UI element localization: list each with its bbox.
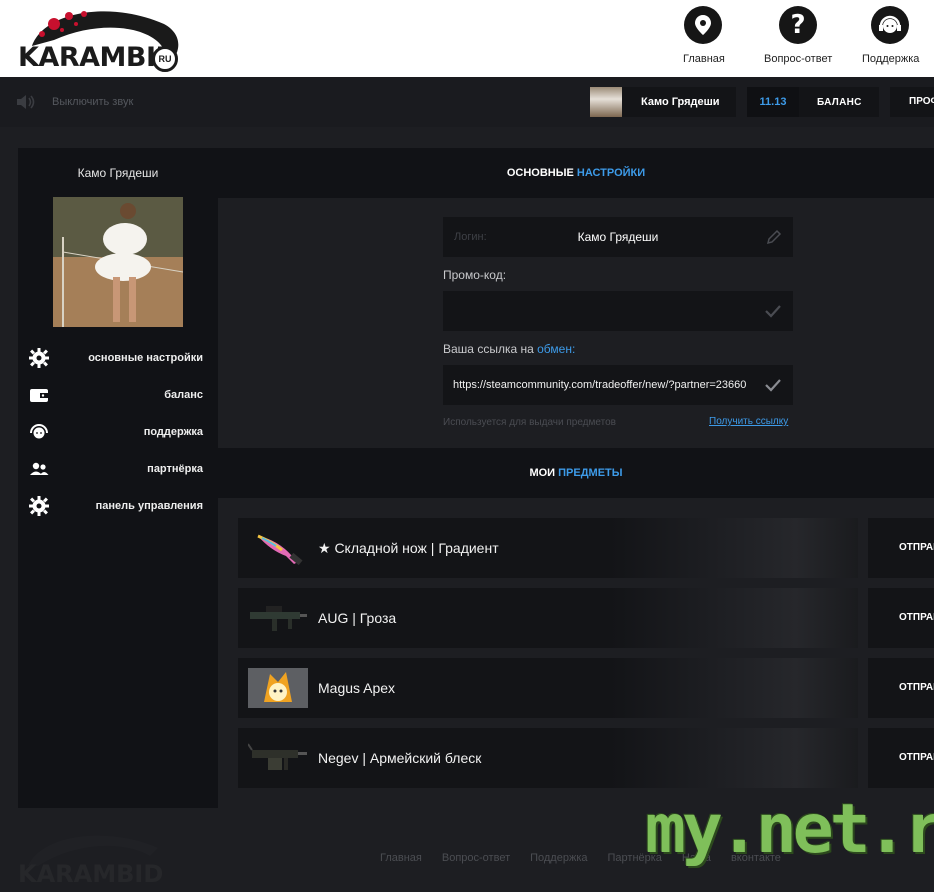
trade-label-b: обмен:	[537, 342, 576, 356]
item-name: Magus Apex	[318, 680, 396, 696]
item-name: AUG | Гроза	[318, 610, 397, 626]
support-headset-icon	[30, 424, 48, 439]
nav-home[interactable]: Главная	[673, 0, 733, 77]
get-trade-link[interactable]: Получить ссылку	[709, 416, 788, 427]
list-item[interactable]: ★ Складной нож | Градиент	[238, 518, 858, 578]
sidebar-item-label: партнёрка	[147, 463, 203, 475]
items-title-a: МОИ	[529, 467, 556, 479]
watermark: my.net.ru	[645, 790, 934, 869]
promo-field[interactable]	[443, 291, 793, 331]
sound-toggle[interactable]: Выключить звук	[16, 94, 133, 110]
sidebar-item-label: панель управления	[95, 500, 203, 512]
login-field-value: Камо Грядеши	[577, 230, 659, 244]
profile-button[interactable]: ПРОФ	[890, 87, 934, 117]
items-list: ★ Складной нож | Градиент ОТПРАВИТЬ AUG …	[218, 498, 934, 808]
topbar-username: Камо Грядеши	[641, 96, 720, 108]
avatar	[590, 87, 622, 117]
nav-faq[interactable]: ? Вопрос-ответ	[760, 0, 840, 77]
profile-panel: Камо Грядеши основные настройки баланс п…	[18, 148, 934, 808]
users-icon	[30, 462, 49, 475]
settings-title-b: НАСТРОЙКИ	[576, 167, 646, 179]
send-item-button[interactable]: ОТПРАВИТЬ	[868, 728, 934, 788]
send-item-button[interactable]: ОТПРАВИТЬ	[868, 588, 934, 648]
list-item[interactable]: AUG | Гроза	[238, 588, 858, 648]
sidebar-item-label: поддержка	[143, 426, 203, 438]
nav-home-label: Главная	[683, 53, 725, 65]
rifle-image	[250, 606, 307, 631]
settings-title-a: ОСНОВНЫЕ	[506, 167, 574, 179]
checkmark-icon[interactable]	[764, 303, 782, 319]
logo-ru-badge: RU	[152, 46, 178, 72]
machine-gun-image	[248, 743, 307, 770]
nav-support-label: Поддержка	[862, 53, 920, 65]
login-field[interactable]: Логин: Камо Грядеши	[443, 217, 793, 257]
knife-image	[257, 534, 303, 566]
list-item[interactable]: Magus Apex	[238, 658, 858, 718]
gear-icon	[29, 496, 49, 516]
sidebar-item-partner[interactable]: партнёрка	[18, 457, 218, 481]
sidebar-item-control-panel[interactable]: панель управления	[18, 494, 218, 518]
trade-label: Ваша ссылка на обмен:	[443, 342, 575, 356]
magus-apex-image	[248, 668, 308, 708]
user-menu[interactable]: Камо Грядеши	[590, 87, 736, 117]
trade-url-field[interactable]: https://steamcommunity.com/tradeoffer/ne…	[443, 365, 793, 405]
trade-label-a: Ваша ссылка на	[443, 342, 534, 356]
question-icon: ?	[779, 6, 817, 44]
balance-button[interactable]: 11.13 БАЛАНС	[747, 87, 879, 117]
sound-toggle-label: Выключить звук	[52, 96, 134, 108]
footer-logo[interactable]: KARAMBID	[18, 826, 168, 892]
nav-faq-label: Вопрос-ответ	[764, 53, 833, 65]
wallet-icon	[30, 389, 48, 402]
sidebar-username: Камо Грядеши	[77, 166, 159, 180]
footer-link-support[interactable]: Поддержка	[530, 852, 587, 864]
site-header: KARAMBID RU Главная ? Вопрос-ответ Подде…	[0, 0, 934, 77]
sidebar-item-balance[interactable]: баланс	[18, 383, 218, 407]
list-item[interactable]: Negev | Армейский блеск	[238, 728, 858, 788]
sidebar-item-label: баланс	[164, 389, 203, 401]
sidebar-item-main-settings[interactable]: основные настройки	[18, 346, 218, 370]
promo-label: Промо-код:	[443, 268, 507, 282]
settings-form: Логин: Камо Грядеши Промо-код: Ваша ссыл…	[218, 198, 934, 448]
sidebar-item-label: основные настройки	[88, 352, 203, 364]
items-title-b: ПРЕДМЕТЫ	[558, 467, 623, 479]
trade-url-value: https://steamcommunity.com/tradeoffer/ne…	[453, 379, 747, 391]
items-title: МОИ ПРЕДМЕТЫ	[218, 448, 934, 498]
top-bar: Выключить звук Камо Грядеши 11.13 БАЛАНС…	[0, 77, 934, 127]
send-item-button[interactable]: ОТПРАВИТЬ	[868, 658, 934, 718]
balance-label: БАЛАНС	[817, 96, 862, 108]
gear-icon	[29, 348, 49, 368]
location-pin-icon	[684, 6, 722, 44]
footer-link-faq[interactable]: Вопрос-ответ	[442, 852, 510, 864]
item-name: ★ Складной нож | Градиент	[318, 540, 499, 556]
pencil-icon[interactable]	[766, 229, 782, 245]
balance-amount: 11.13	[747, 87, 799, 117]
trade-hint: Используется для выдачи предметов	[443, 417, 616, 428]
nav-support[interactable]: Поддержка	[858, 0, 928, 77]
settings-title: ОСНОВНЫЕ НАСТРОЙКИ	[218, 148, 934, 198]
checkmark-icon[interactable]	[764, 377, 782, 393]
site-logo[interactable]: KARAMBID RU	[14, 6, 184, 73]
send-item-button[interactable]: ОТПРАВИТЬ	[868, 518, 934, 578]
speaker-icon	[17, 95, 35, 109]
profile-sidebar: Камо Грядеши основные настройки баланс п…	[18, 148, 218, 808]
profile-avatar	[53, 197, 183, 327]
footer-link-home[interactable]: Главная	[380, 852, 422, 864]
footer-logo-text: KARAMBID	[18, 860, 164, 888]
sidebar-item-support[interactable]: поддержка	[18, 420, 218, 444]
item-name: Negev | Армейский блеск	[318, 750, 482, 766]
support-headset-icon	[871, 6, 909, 44]
